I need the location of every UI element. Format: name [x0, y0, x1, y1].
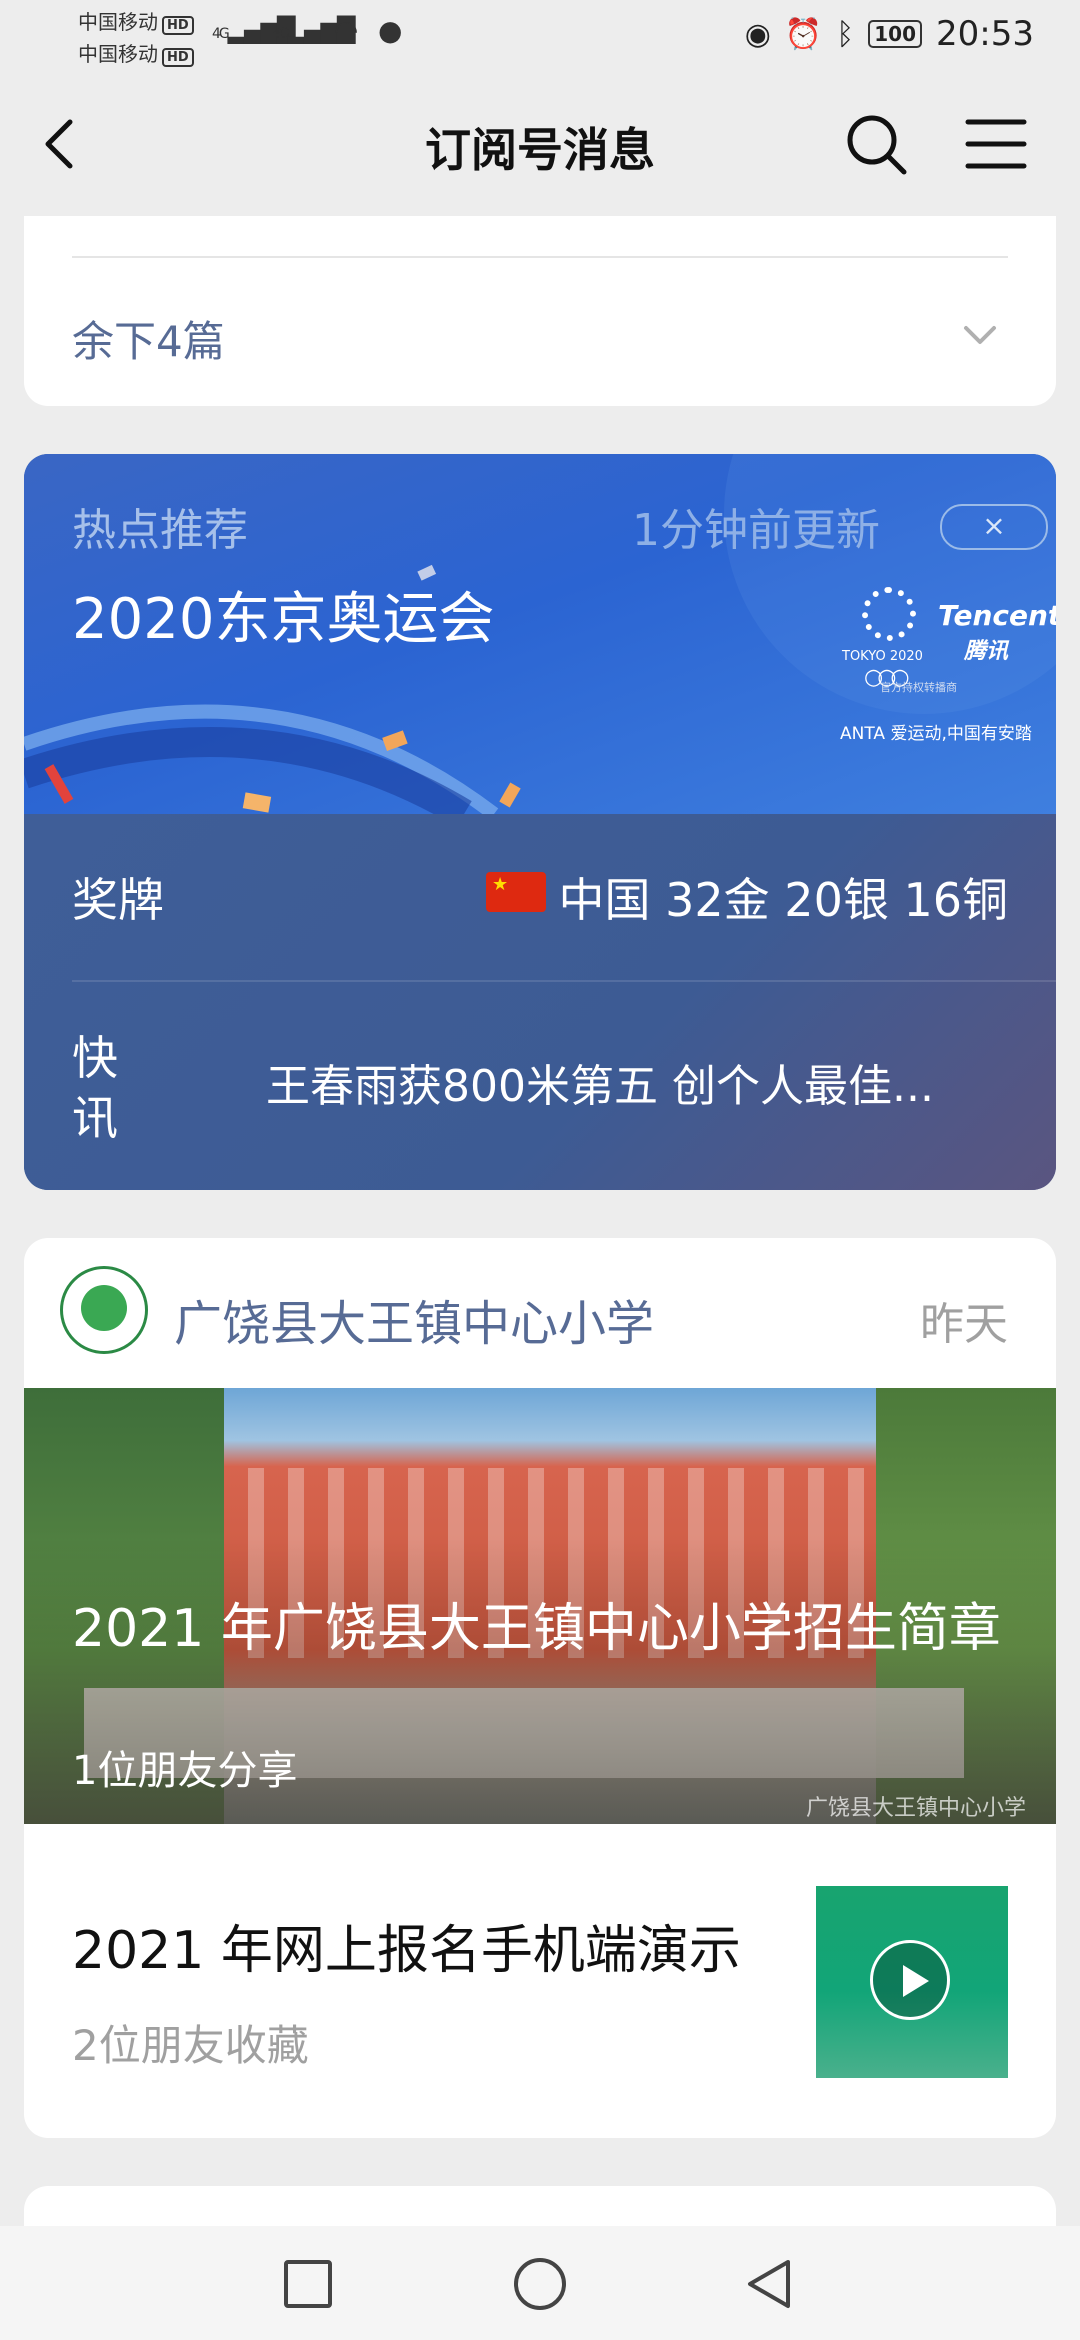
bluetooth-icon: ᛒ — [836, 16, 855, 52]
clock: 20:53 — [936, 14, 1034, 54]
system-nav-bar — [0, 2226, 1080, 2340]
account-time: 昨天 — [920, 1299, 1008, 1350]
sponsor-logos: TOKYO 2020 ○○○ Tencent 腾讯 官方持权转播商 ANTA 爱… — [840, 579, 1056, 749]
tencent-logo: Tencent — [938, 599, 1056, 632]
back-triangle-icon[interactable] — [740, 2254, 800, 2314]
menu-icon[interactable] — [964, 114, 1028, 174]
flash-news-text[interactable]: 王春雨获800米第五 创个人最佳... — [266, 1050, 934, 1114]
next-account-card[interactable] — [24, 2186, 1056, 2226]
video-thumbnail[interactable] — [816, 1886, 1008, 2078]
divider — [72, 256, 1008, 258]
carrier-1: 中国移动 HD — [78, 6, 194, 35]
article-cover[interactable]: 2021 年广饶县大王镇中心小学招生简章 1位朋友分享 广饶县大王镇中心小学 — [24, 1388, 1056, 1824]
wifi-icon: ◠ — [334, 14, 358, 47]
china-flag-icon: ★ — [486, 872, 546, 912]
hot-recommendation-card[interactable]: 热点推荐 1分钟前更新 × 2020东京奥运会 TOKYO 2020 ○○○ T… — [24, 454, 1056, 1190]
account-name[interactable]: 广饶县大王镇中心小学 — [174, 1284, 654, 1354]
article-title[interactable]: 2021 年网上报名手机端演示 — [72, 1908, 741, 1983]
recent-apps-icon[interactable] — [284, 2260, 332, 2308]
article-share-count: 1位朋友分享 — [72, 1748, 298, 1794]
hot-details: 奖牌 ★ 中国 32金 20银 16铜 快讯 王春雨获800米第五 创个人最佳.… — [24, 814, 1056, 1190]
play-icon[interactable] — [870, 1940, 950, 2020]
hot-label: 热点推荐 — [72, 505, 248, 556]
cover-watermark: 广饶县大王镇中心小学 — [805, 1796, 1026, 1821]
page-title: 订阅号消息 — [425, 123, 655, 177]
avatar[interactable] — [60, 1266, 148, 1354]
navbar: 订阅号消息 — [0, 72, 1080, 216]
hot-banner[interactable]: 热点推荐 1分钟前更新 × 2020东京奥运会 TOKYO 2020 ○○○ T… — [24, 454, 1056, 814]
alarm-icon: ⏰ — [784, 16, 823, 52]
divider — [72, 980, 1056, 982]
account-card: 广饶县大王镇中心小学 昨天 2021 年广饶县大王镇中心小学招生简章 1位朋友分… — [24, 1238, 1056, 2138]
tokyo-2020-emblem-icon — [862, 587, 916, 641]
medal-count[interactable]: 中国 32金 20银 16铜 — [559, 864, 1008, 930]
article-title[interactable]: 2021 年广饶县大王镇中心小学招生简章 — [72, 1594, 1032, 1664]
eye-icon: ◉ — [744, 16, 771, 52]
remaining-articles-link[interactable]: 余下4篇 — [72, 308, 225, 369]
battery-icon: 100 — [868, 20, 923, 48]
hot-headline[interactable]: 2020东京奥运会 — [72, 574, 495, 655]
article-favorite-count: 2位朋友收藏 — [72, 2021, 309, 2070]
flash-news-label: 快讯 — [72, 1031, 118, 1145]
previous-account-card: 余下4篇 — [24, 216, 1056, 406]
wechat-notification-icon: ● — [378, 14, 402, 47]
search-icon[interactable] — [842, 110, 910, 178]
close-button[interactable]: × — [940, 504, 1048, 550]
anta-logo: ANTA 爱运动,中国有安踏 — [840, 724, 1032, 744]
home-icon[interactable] — [514, 2258, 566, 2310]
medal-label: 奖牌 — [72, 873, 164, 927]
hot-updated-time: 1分钟前更新 — [632, 505, 880, 556]
status-bar: 中国移动 HD 中国移动 HD 4G▂▄▆█ 4G▂▄▆█ ◠ ● ◉ ⏰ ᛒ 10… — [0, 0, 1080, 72]
chevron-down-icon[interactable] — [960, 316, 1000, 356]
carrier-2: 中国移动 HD — [78, 38, 194, 67]
